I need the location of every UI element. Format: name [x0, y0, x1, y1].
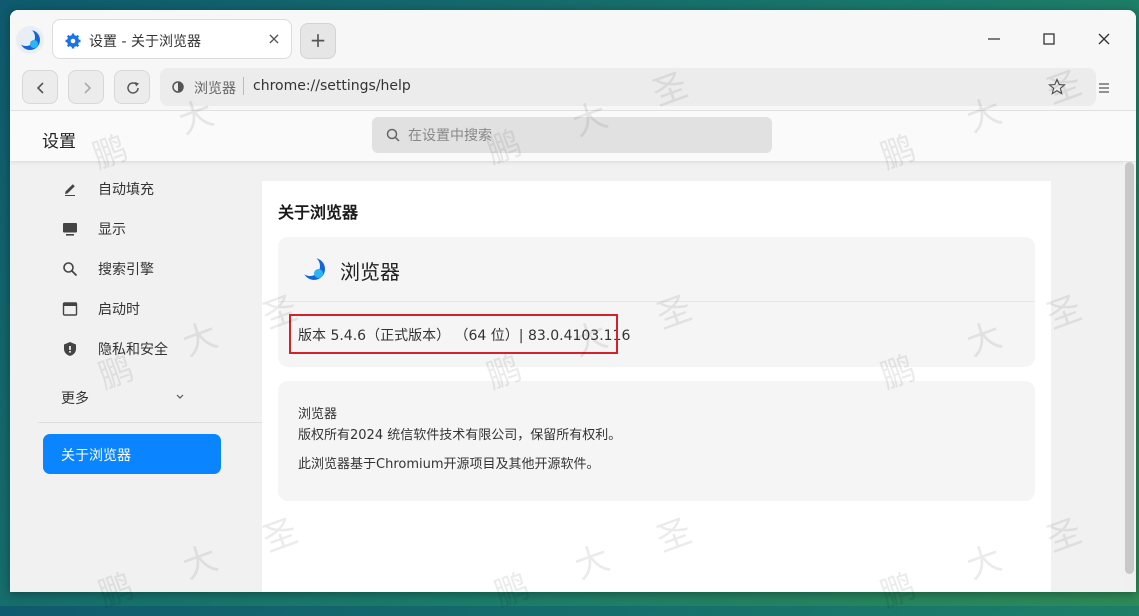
- copyright-card: 浏览器 版权所有2024 统信软件技术有限公司，保留所有权利。 此浏览器基于Ch…: [278, 381, 1035, 501]
- minimize-icon[interactable]: [983, 28, 1005, 50]
- sidebar-item-label: 隐私和安全: [98, 342, 168, 358]
- chevron-right-icon: [84, 82, 92, 94]
- sidebar-item-on-startup[interactable]: 启动时: [62, 298, 262, 320]
- version-highlight-box: [289, 314, 618, 354]
- sidebar-item-appearance[interactable]: 显示: [62, 218, 262, 240]
- menu-icon[interactable]: [1097, 81, 1111, 95]
- back-button[interactable]: [22, 70, 58, 104]
- section-title: 关于浏览器: [278, 203, 359, 222]
- sidebar-item-label: 关于浏览器: [61, 448, 131, 464]
- tab-settings-about[interactable]: 设置 - 关于浏览器 ×: [52, 19, 292, 59]
- scrollbar[interactable]: [1123, 162, 1136, 592]
- chevron-left-icon: [36, 82, 44, 94]
- maximize-icon[interactable]: [1038, 28, 1060, 50]
- sidebar-item-privacy[interactable]: 隐私和安全: [62, 338, 262, 360]
- scrollbar-thumb[interactable]: [1125, 162, 1134, 574]
- settings-header: 设置: [10, 111, 1136, 161]
- sidebar-item-search-engine[interactable]: 搜索引擎: [62, 258, 262, 280]
- copyright-app-name: 浏览器: [298, 407, 338, 422]
- tab-title: 设置 - 关于浏览器: [89, 34, 201, 50]
- browser-logo-icon: [299, 254, 329, 284]
- app-name: 浏览器: [340, 260, 400, 284]
- site-info-icon[interactable]: [172, 81, 184, 93]
- search-icon: [386, 128, 400, 142]
- sidebar-item-about[interactable]: 关于浏览器: [43, 434, 221, 474]
- address-bar[interactable]: 浏览器 chrome://settings/help: [160, 68, 1096, 106]
- browser-logo-icon[interactable]: [15, 25, 45, 55]
- version-card: 浏览器 版本 5.4.6（正式版本） （64 位）| 83.0.4103.116: [278, 237, 1035, 367]
- page-title: 设置: [42, 132, 76, 152]
- address-divider: [243, 77, 244, 95]
- browser-window: 设置 - 关于浏览器 × + 浏览器 chrome://settings/hel…: [10, 10, 1136, 592]
- sidebar-item-label: 显示: [98, 222, 126, 238]
- forward-button[interactable]: [68, 70, 104, 104]
- new-tab-button[interactable]: +: [300, 23, 336, 59]
- search-input[interactable]: [406, 125, 760, 147]
- reload-icon: [127, 82, 139, 94]
- about-panel: 关于浏览器 浏览器 版本 5.4.6（正式版本） （64 位）| 83.0.41…: [262, 181, 1051, 592]
- shield-icon: [64, 342, 76, 356]
- monitor-icon: [63, 223, 77, 236]
- card-divider: [278, 301, 1035, 302]
- close-window-icon[interactable]: [1093, 28, 1115, 50]
- bookmark-star-icon[interactable]: [1048, 78, 1066, 96]
- chevron-down-icon: [176, 394, 184, 399]
- copyright-text: 版权所有2024 统信软件技术有限公司，保留所有权利。: [298, 428, 622, 443]
- tab-close-button[interactable]: ×: [265, 29, 283, 49]
- title-bar: 设置 - 关于浏览器 × +: [10, 10, 1136, 66]
- window-icon: [62, 302, 78, 316]
- reload-button[interactable]: [114, 70, 150, 104]
- sidebar-divider: [38, 422, 262, 423]
- navigation-bar: 浏览器 chrome://settings/help: [10, 66, 1136, 111]
- more-label: 更多: [61, 391, 89, 407]
- chromium-notice: 此浏览器基于Chromium开源项目及其他开源软件。: [298, 457, 600, 472]
- pencil-icon: [65, 184, 75, 196]
- gear-icon: [65, 33, 81, 49]
- search-icon: [63, 262, 78, 277]
- sidebar-item-label: 搜索引擎: [98, 262, 154, 278]
- settings-search-box[interactable]: [372, 117, 772, 153]
- sidebar-item-label: 启动时: [98, 302, 140, 318]
- url-text[interactable]: chrome://settings/help: [253, 78, 411, 94]
- sidebar-item-label: 自动填充: [98, 182, 154, 198]
- site-label: 浏览器: [194, 81, 236, 97]
- sidebar-item-autofill[interactable]: 自动填充: [62, 178, 262, 200]
- sidebar-more-toggle[interactable]: 更多: [61, 388, 191, 408]
